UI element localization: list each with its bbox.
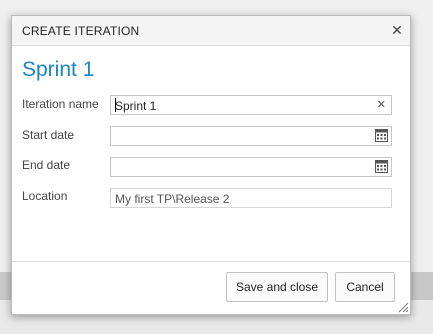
save-and-close-button[interactable]: Save and close [226,272,328,302]
location-field[interactable]: My first TP\Release 2 [110,188,392,208]
iteration-name-value: Sprint 1 [115,99,157,113]
end-date-input[interactable] [110,157,392,177]
close-icon[interactable]: ✕ [390,22,404,38]
iteration-name-input[interactable]: Sprint 1 ✕ [110,95,392,115]
calendar-icon[interactable] [375,160,388,173]
clear-icon[interactable]: ✕ [377,98,386,112]
iteration-heading: Sprint 1 [22,58,95,81]
location-label: Location [22,189,68,203]
dialog-title: CREATE ITERATION [22,24,140,38]
cancel-button[interactable]: Cancel [335,272,395,302]
iteration-name-label: Iteration name [22,97,99,111]
start-date-input[interactable] [110,126,392,146]
resize-grip-icon[interactable] [398,302,409,313]
dialog-header: CREATE ITERATION ✕ [12,16,410,46]
end-date-label: End date [22,158,71,172]
create-iteration-dialog: CREATE ITERATION ✕ Sprint 1 Iteration na… [11,15,411,315]
start-date-label: Start date [22,128,75,142]
location-value: My first TP\Release 2 [115,192,230,206]
footer-divider [12,261,410,262]
text-caret [115,98,116,112]
calendar-icon[interactable] [375,129,388,142]
